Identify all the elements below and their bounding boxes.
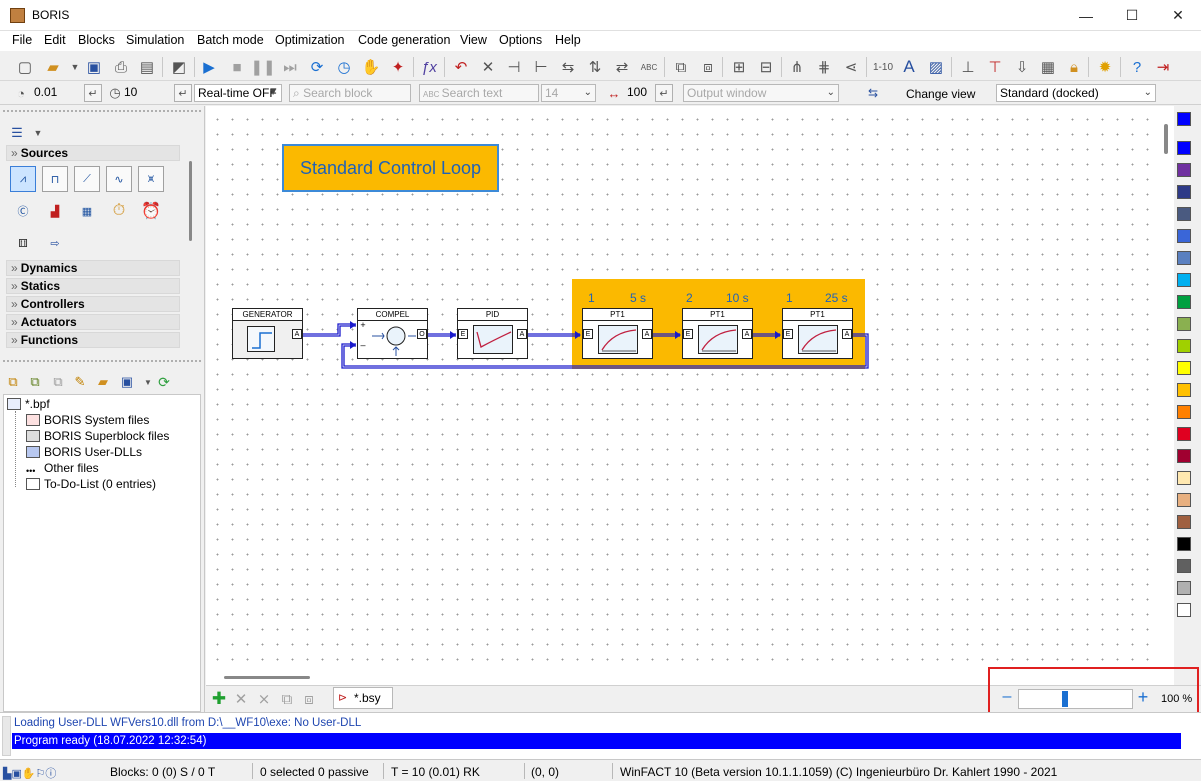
output-port[interactable]: A [842, 329, 852, 339]
output-port[interactable]: A [742, 329, 752, 339]
status-icons: ▙▣✋⚐ⓘ [3, 768, 57, 780]
status-selected: 0 selected 0 passive [260, 765, 369, 779]
block-label: COMPEL [358, 309, 427, 321]
color-swatch[interactable] [1177, 339, 1191, 353]
system-file-icon: ⊳ [338, 692, 348, 704]
block-label: GENERATOR [233, 309, 302, 321]
color-swatch[interactable] [1177, 493, 1191, 507]
color-swatch[interactable] [1177, 559, 1191, 573]
block-label: PID [458, 309, 527, 321]
message-log: Loading User-DLL WFVers10.dll from D:\__… [0, 712, 1201, 759]
color-swatch[interactable] [1177, 361, 1191, 375]
color-swatch[interactable] [1177, 185, 1191, 199]
color-swatch[interactable] [1177, 405, 1191, 419]
pid-curve-icon [473, 325, 513, 354]
color-swatch[interactable] [1177, 581, 1191, 595]
add-tab-icon[interactable]: ✚ [208, 688, 230, 710]
input-port[interactable]: E [583, 329, 593, 339]
status-blocks: Blocks: 0 (0) S / 0 T [110, 765, 216, 779]
block-label: PT1 [583, 309, 652, 321]
output-port[interactable]: A [517, 329, 527, 339]
color-swatch[interactable] [1177, 317, 1191, 331]
color-swatch[interactable] [1177, 603, 1191, 617]
color-swatch[interactable] [1177, 515, 1191, 529]
color-swatch[interactable] [1177, 449, 1191, 463]
plus-input-port[interactable]: + [358, 321, 368, 331]
status-bar: ▙▣✋⚐ⓘ Blocks: 0 (0) S / 0 T 0 selected 0… [0, 759, 1201, 781]
pt1-block-3[interactable]: PT1 E A [782, 308, 853, 359]
tab-list-icon[interactable]: ⧈ [298, 688, 320, 710]
signal-wires [303, 321, 869, 369]
pt1-block-2[interactable]: PT1 E A [682, 308, 753, 359]
output-port[interactable]: O [417, 329, 427, 339]
pt1-curve-icon [598, 325, 638, 354]
log-line: Loading User-DLL WFVers10.dll from D:\__… [14, 717, 362, 729]
color-palette [1174, 106, 1201, 685]
status-coordinates: (0, 0) [531, 765, 560, 779]
color-swatch[interactable] [1177, 295, 1191, 309]
color-swatch[interactable] [1177, 207, 1191, 221]
comparator-block[interactable]: COMPEL + – O [357, 308, 428, 359]
color-swatch[interactable] [1177, 112, 1191, 126]
tab-document-label: *.bsy [354, 691, 381, 705]
color-swatch[interactable] [1177, 471, 1191, 485]
pt1-curve-icon [698, 325, 738, 354]
output-port[interactable]: A [642, 329, 652, 339]
minus-input-port[interactable]: – [358, 341, 368, 351]
status-time: T = 10 (0.01) RK [391, 765, 480, 779]
summing-junction-icon [372, 326, 416, 356]
color-swatch[interactable] [1177, 383, 1191, 397]
input-port[interactable]: E [458, 329, 468, 339]
duplicate-tab-icon[interactable]: ⧉ [276, 688, 298, 710]
color-swatch[interactable] [1177, 229, 1191, 243]
pt1-block-1[interactable]: PT1 E A [582, 308, 653, 359]
tab-document[interactable]: ⊳ *.bsy [333, 687, 393, 709]
pt1-curve-icon [798, 325, 838, 354]
step-icon [247, 326, 275, 352]
pid-block[interactable]: PID E A [457, 308, 528, 359]
status-version: WinFACT 10 (Beta version 10.1.1.1059) (C… [620, 765, 1058, 779]
block-label: PT1 [783, 309, 852, 321]
close-all-tabs-icon[interactable]: ⨯ [253, 688, 275, 710]
block-label: PT1 [683, 309, 752, 321]
input-port[interactable]: E [783, 329, 793, 339]
color-swatch[interactable] [1177, 273, 1191, 287]
input-port[interactable]: E [683, 329, 693, 339]
color-swatch[interactable] [1177, 163, 1191, 177]
color-swatch[interactable] [1177, 537, 1191, 551]
generator-block[interactable]: GENERATOR A [232, 308, 303, 359]
color-swatch[interactable] [1177, 141, 1191, 155]
close-tab-icon[interactable]: ✕ [230, 688, 252, 710]
log-line-selected[interactable]: Program ready (18.07.2022 12:32:54) [12, 733, 1181, 749]
color-swatch[interactable] [1177, 427, 1191, 441]
output-port[interactable]: A [292, 329, 302, 339]
color-swatch[interactable] [1177, 251, 1191, 265]
